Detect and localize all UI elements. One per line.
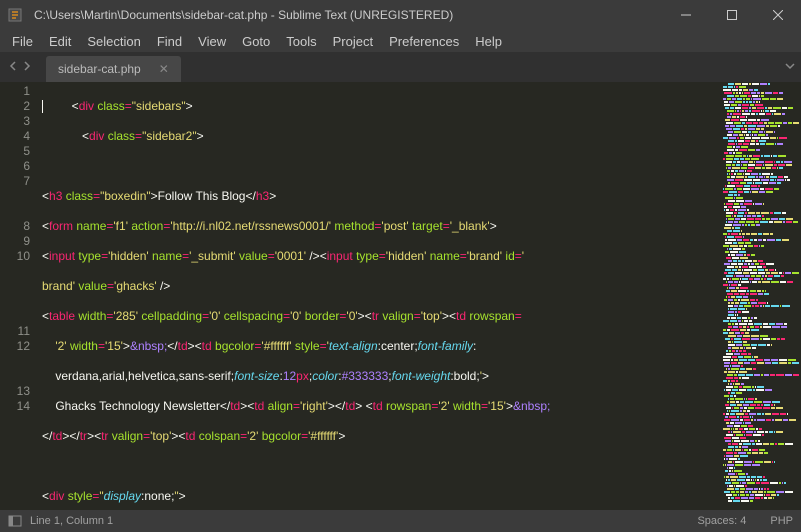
editor[interactable]: 1234567891011121314 <div class="sidebars… <box>0 82 801 510</box>
close-button[interactable] <box>755 0 801 30</box>
menu-selection[interactable]: Selection <box>79 32 148 51</box>
tab-next-button[interactable] <box>20 58 34 76</box>
sidebar-toggle-icon[interactable] <box>8 514 22 528</box>
cursor-position[interactable]: Line 1, Column 1 <box>30 515 113 527</box>
indent-setting[interactable]: Spaces: 4 <box>697 515 746 527</box>
tab-label: sidebar-cat.php <box>58 62 141 76</box>
tabstrip: sidebar-cat.php ✕ <box>0 52 801 82</box>
line-gutter: 1234567891011121314 <box>0 82 42 510</box>
app-icon <box>0 7 30 23</box>
window-title: C:\Users\Martin\Documents\sidebar-cat.ph… <box>30 8 663 22</box>
menu-find[interactable]: Find <box>149 32 190 51</box>
minimize-button[interactable] <box>663 0 709 30</box>
menu-preferences[interactable]: Preferences <box>381 32 467 51</box>
code-area[interactable]: <div class="sidebars"> <div class="sideb… <box>42 82 721 510</box>
maximize-button[interactable] <box>709 0 755 30</box>
tab-prev-button[interactable] <box>6 58 20 76</box>
tab-overflow-button[interactable] <box>785 58 795 76</box>
menu-edit[interactable]: Edit <box>41 32 79 51</box>
syntax-setting[interactable]: PHP <box>770 515 793 527</box>
tab-close-button[interactable]: ✕ <box>159 62 169 76</box>
menu-tools[interactable]: Tools <box>278 32 324 51</box>
statusbar: Line 1, Column 1 Spaces: 4 PHP <box>0 510 801 532</box>
menubar: File Edit Selection Find View Goto Tools… <box>0 30 801 52</box>
cursor <box>42 100 43 113</box>
menu-view[interactable]: View <box>190 32 234 51</box>
tab-active[interactable]: sidebar-cat.php ✕ <box>46 56 181 82</box>
menu-file[interactable]: File <box>4 32 41 51</box>
minimap[interactable] <box>721 82 801 510</box>
menu-help[interactable]: Help <box>467 32 510 51</box>
titlebar: C:\Users\Martin\Documents\sidebar-cat.ph… <box>0 0 801 30</box>
menu-goto[interactable]: Goto <box>234 32 278 51</box>
menu-project[interactable]: Project <box>325 32 381 51</box>
